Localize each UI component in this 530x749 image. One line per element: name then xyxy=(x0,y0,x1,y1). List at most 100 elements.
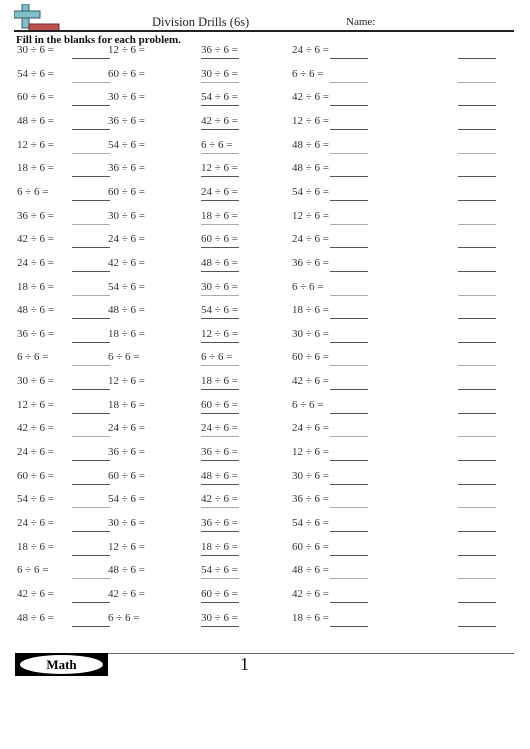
answer-blank[interactable] xyxy=(201,199,239,201)
answer-blank[interactable] xyxy=(72,341,110,343)
answer-blank[interactable] xyxy=(458,270,496,272)
answer-blank[interactable] xyxy=(201,531,239,532)
answer-blank[interactable] xyxy=(458,58,496,59)
answer-blank[interactable] xyxy=(201,412,239,414)
answer-blank[interactable] xyxy=(330,176,368,178)
answer-blank[interactable] xyxy=(458,412,496,414)
answer-blank[interactable] xyxy=(458,601,496,603)
answer-blank[interactable] xyxy=(330,554,368,556)
answer-blank[interactable] xyxy=(201,318,239,320)
answer-blank[interactable] xyxy=(330,223,368,225)
answer-blank[interactable] xyxy=(458,81,496,83)
answer-blank[interactable] xyxy=(201,152,239,154)
answer-blank[interactable] xyxy=(201,389,239,391)
answer-blank[interactable] xyxy=(330,58,368,59)
answer-blank[interactable] xyxy=(201,341,239,343)
answer-blank[interactable] xyxy=(72,199,110,201)
answer-blank[interactable] xyxy=(72,223,110,225)
answer-blank[interactable] xyxy=(201,58,239,59)
answer-blank[interactable] xyxy=(330,105,368,107)
answer-blank[interactable] xyxy=(458,507,496,509)
answer-blank[interactable] xyxy=(72,436,110,438)
answer-blank[interactable] xyxy=(330,152,368,154)
answer-blank[interactable] xyxy=(201,554,239,556)
answer-blank[interactable] xyxy=(201,578,239,580)
answer-blank[interactable] xyxy=(72,483,110,485)
answer-blank[interactable] xyxy=(330,341,368,343)
answer-blank[interactable] xyxy=(201,81,239,83)
answer-blank[interactable] xyxy=(458,294,496,296)
answer-blank[interactable] xyxy=(72,460,110,462)
answer-blank[interactable] xyxy=(72,531,110,532)
answer-blank[interactable] xyxy=(330,578,368,580)
answer-blank[interactable] xyxy=(330,460,368,462)
answer-blank[interactable] xyxy=(330,507,368,509)
answer-blank[interactable] xyxy=(72,152,110,154)
answer-blank[interactable] xyxy=(72,389,110,391)
answer-blank[interactable] xyxy=(201,270,239,272)
answer-blank[interactable] xyxy=(458,578,496,580)
answer-blank[interactable] xyxy=(72,247,110,249)
answer-blank[interactable] xyxy=(72,176,110,178)
answer-blank[interactable] xyxy=(72,601,110,603)
answer-blank[interactable] xyxy=(458,318,496,320)
answer-blank[interactable] xyxy=(72,318,110,320)
answer-blank[interactable] xyxy=(458,341,496,343)
answer-blank[interactable] xyxy=(330,389,368,391)
answer-blank[interactable] xyxy=(330,412,368,414)
answer-blank[interactable] xyxy=(72,578,110,580)
answer-blank[interactable] xyxy=(458,625,496,627)
answer-blank[interactable] xyxy=(201,247,239,249)
answer-blank[interactable] xyxy=(458,531,496,532)
answer-blank[interactable] xyxy=(201,483,239,485)
answer-blank[interactable] xyxy=(458,389,496,391)
answer-blank[interactable] xyxy=(201,223,239,225)
answer-blank[interactable] xyxy=(330,294,368,296)
answer-blank[interactable] xyxy=(330,601,368,603)
answer-blank[interactable] xyxy=(201,601,239,603)
answer-blank[interactable] xyxy=(458,199,496,201)
answer-blank[interactable] xyxy=(458,365,496,367)
answer-blank[interactable] xyxy=(72,294,110,296)
answer-blank[interactable] xyxy=(201,105,239,107)
answer-blank[interactable] xyxy=(201,436,239,438)
answer-blank[interactable] xyxy=(72,81,110,83)
answer-blank[interactable] xyxy=(330,531,368,532)
answer-blank[interactable] xyxy=(201,460,239,462)
answer-blank[interactable] xyxy=(458,554,496,556)
answer-blank[interactable] xyxy=(330,199,368,201)
answer-blank[interactable] xyxy=(72,128,110,130)
answer-blank[interactable] xyxy=(72,58,110,59)
answer-blank[interactable] xyxy=(330,483,368,485)
answer-blank[interactable] xyxy=(330,247,368,249)
answer-blank[interactable] xyxy=(330,625,368,627)
answer-blank[interactable] xyxy=(458,152,496,154)
answer-blank[interactable] xyxy=(72,554,110,556)
answer-blank[interactable] xyxy=(72,270,110,272)
answer-blank[interactable] xyxy=(458,436,496,438)
answer-blank[interactable] xyxy=(458,247,496,249)
answer-blank[interactable] xyxy=(330,128,368,130)
answer-blank[interactable] xyxy=(201,625,239,627)
answer-blank[interactable] xyxy=(458,460,496,462)
answer-blank[interactable] xyxy=(458,483,496,485)
answer-blank[interactable] xyxy=(458,128,496,130)
answer-blank[interactable] xyxy=(330,81,368,83)
answer-blank[interactable] xyxy=(72,507,110,509)
answer-blank[interactable] xyxy=(330,270,368,272)
answer-blank[interactable] xyxy=(330,436,368,438)
answer-blank[interactable] xyxy=(201,294,239,296)
answer-blank[interactable] xyxy=(72,412,110,414)
answer-blank[interactable] xyxy=(458,176,496,178)
answer-blank[interactable] xyxy=(72,625,110,627)
answer-blank[interactable] xyxy=(458,223,496,225)
answer-blank[interactable] xyxy=(201,128,239,130)
answer-blank[interactable] xyxy=(72,105,110,107)
answer-blank[interactable] xyxy=(330,318,368,320)
answer-blank[interactable] xyxy=(72,365,110,367)
answer-blank[interactable] xyxy=(458,105,496,107)
answer-blank[interactable] xyxy=(201,365,239,367)
answer-blank[interactable] xyxy=(330,365,368,367)
answer-blank[interactable] xyxy=(201,507,239,509)
answer-blank[interactable] xyxy=(201,176,239,178)
